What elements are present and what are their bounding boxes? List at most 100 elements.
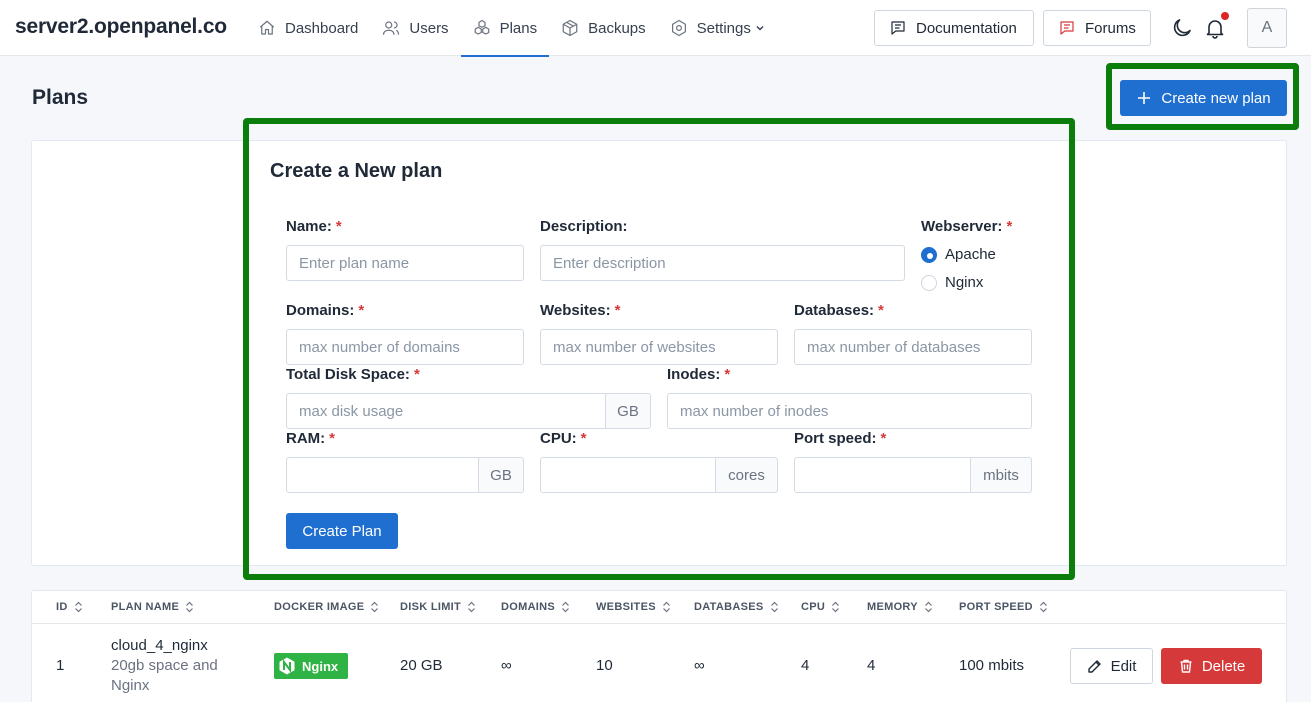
create-plan-submit-button[interactable]: Create Plan [286,513,398,549]
cell-port-speed: 100 mbits [959,657,1025,674]
column-header-cpu[interactable]: CPU [801,601,840,613]
create-new-plan-button[interactable]: Create new plan [1120,80,1287,116]
column-header-disk-limit[interactable]: DISK LIMIT [400,601,476,613]
websites-input[interactable] [540,329,778,365]
ram-unit-addon: GB [479,457,524,493]
main-nav: Dashboard Users Plans Backups Settings [246,0,777,57]
delete-label: Delete [1201,657,1246,675]
nav-dashboard[interactable]: Dashboard [246,0,370,56]
plan-name-input[interactable] [286,245,524,281]
description-input[interactable] [540,245,905,281]
domains-input[interactable] [286,329,524,365]
edit-label: Edit [1110,657,1137,675]
documentation-label: Documentation [916,19,1017,37]
ram-input[interactable] [286,457,479,493]
column-header-domains[interactable]: DOMAINS [501,601,570,613]
nav-plans[interactable]: Plans [460,0,550,57]
column-header-memory[interactable]: MEMORY [867,601,933,613]
brand-title[interactable]: server2.openpanel.co [15,15,227,39]
required-mark: * [413,366,420,383]
required-mark: * [580,430,587,447]
documentation-button[interactable]: Documentation [874,10,1034,46]
sort-icon [770,601,778,613]
forums-label: Forums [1085,19,1136,37]
webserver-nginx-radio[interactable]: Nginx [921,274,983,291]
cell-plan-name: cloud_4_nginx [111,637,208,654]
nav-settings-label: Settings [696,19,751,37]
inodes-input[interactable] [667,393,1032,429]
required-mark: * [1006,218,1013,235]
required-mark: * [614,302,621,319]
column-header-port-speed[interactable]: PORT SPEED [959,601,1048,613]
description-label: Description: [540,218,628,235]
column-header-plan-name[interactable]: PLAN NAME [111,601,194,613]
sort-icon [371,601,379,613]
nav-settings[interactable]: Settings [658,0,777,56]
disk-space-label: Total Disk Space: * [286,366,420,383]
sort-icon [1039,601,1047,613]
sort-icon [74,601,82,613]
chevron-down-icon [756,25,764,31]
cell-domains: ∞ [501,657,512,674]
cell-disk-limit: 20 GB [400,657,443,674]
port-speed-input[interactable] [794,457,971,493]
required-mark: * [880,430,887,447]
nav-backups[interactable]: Backups [549,0,658,56]
sort-icon [562,601,569,613]
webserver-apache-radio[interactable]: Apache [921,246,996,263]
disk-unit-addon: GB [606,393,651,429]
nginx-option-label: Nginx [945,274,984,291]
column-header-databases[interactable]: DATABASES [694,601,779,613]
radio-selected-indicator[interactable] [921,246,937,263]
required-mark: * [329,430,335,447]
sort-icon [662,601,670,613]
name-label: Name: * [286,218,342,235]
cell-id: 1 [56,657,65,674]
column-header-id[interactable]: ID [56,601,83,613]
databases-input[interactable] [794,329,1032,365]
docker-image-label: Nginx [302,658,339,674]
apache-option-label: Apache [945,246,996,263]
moon-icon [1173,19,1191,37]
home-icon [259,20,275,35]
sort-icon [468,601,475,613]
edit-plan-button[interactable]: Edit [1070,648,1153,684]
cpu-unit-addon: cores [716,457,778,493]
form-title: Create a New plan [270,160,443,182]
avatar[interactable]: A [1247,8,1287,48]
nav-backups-label: Backups [588,19,646,37]
disk-space-input[interactable] [286,393,606,429]
theme-toggle-button[interactable] [1170,16,1194,40]
notification-badge [1221,12,1229,20]
required-mark: * [335,218,342,235]
domains-label: Domains: * [286,302,365,319]
column-header-websites[interactable]: WEBSITES [596,601,671,613]
nav-users[interactable]: Users [370,0,460,56]
required-mark: * [724,366,731,383]
cell-databases: ∞ [694,657,705,674]
forums-button[interactable]: Forums [1043,10,1151,46]
nav-plans-label: Plans [499,19,538,37]
docker-image-badge: Nginx [274,653,348,679]
plans-icon [474,19,489,35]
nav-dashboard-label: Dashboard [285,19,359,37]
column-header-docker-image[interactable]: DOCKER IMAGE [274,601,379,613]
users-icon [383,21,400,35]
sort-icon [832,601,840,613]
nginx-logo-icon [279,657,295,675]
nav-users-label: Users [409,19,449,37]
cpu-input[interactable] [540,457,716,493]
inodes-label: Inodes: * [667,366,731,383]
cell-websites: 10 [596,657,613,674]
settings-icon [671,19,686,37]
forum-icon [1060,21,1074,35]
cell-cpu: 4 [801,657,810,674]
delete-plan-button[interactable]: Delete [1161,648,1262,684]
create-new-plan-label: Create new plan [1161,89,1271,107]
databases-label: Databases: * [794,302,884,319]
box-icon [562,19,578,37]
port-speed-label: Port speed: * [794,430,887,447]
radio-unselected-indicator[interactable] [921,274,937,291]
cell-plan-description-line1: 20gb space and [111,657,218,674]
cpu-label: CPU: * [540,430,587,447]
